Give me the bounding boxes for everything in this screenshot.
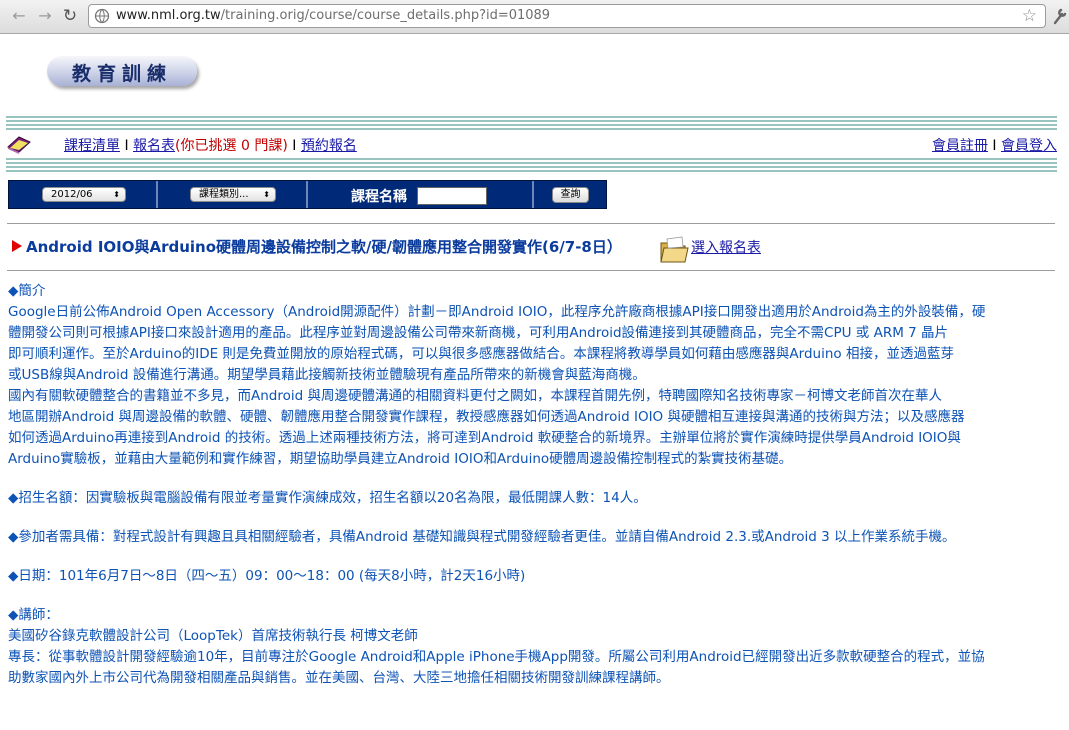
book-icon xyxy=(7,136,31,154)
reserve-link[interactable]: 預約報名 xyxy=(301,138,357,154)
intro-line: 如何透過Arduino再連接到Android 的技術。透過上述兩種技術方法，將可… xyxy=(8,430,961,446)
wrench-icon[interactable] xyxy=(1052,6,1068,26)
top-nav: 課程清單 I 報名表(你已挑選 0 門課) I 預約報名 會員註冊 I 會員登入 xyxy=(6,133,1057,155)
cell-divider xyxy=(532,181,534,208)
course-name-input[interactable] xyxy=(417,187,487,205)
form-link[interactable]: 報名表 xyxy=(133,138,175,154)
selected-count-text: (你已挑選 0 門課) xyxy=(175,138,288,154)
member-register-link[interactable]: 會員註冊 xyxy=(932,138,988,154)
intro-line: Google日前公佈Android Open Accessory（Android… xyxy=(8,304,986,320)
page-icon xyxy=(94,8,110,24)
divider-line xyxy=(7,270,1055,271)
nav-separator: I xyxy=(120,138,134,154)
address-bar[interactable]: www.nml.org.tw/training.orig/course/cour… xyxy=(88,4,1046,28)
intro-heading: ◆簡介 xyxy=(8,283,46,299)
divider-stripes xyxy=(6,116,1057,130)
category-select[interactable]: 課程類別... ⬍ xyxy=(190,187,276,202)
lecturer-heading: ◆講師： xyxy=(8,607,59,623)
course-list-link[interactable]: 課程清單 xyxy=(64,138,120,154)
select-arrow-icon: ⬍ xyxy=(263,190,270,199)
cell-divider xyxy=(306,181,308,208)
enrollment-limit: ◆招生名額：因實驗板與電腦設備有限並考量實作演練成效，招生名額以20名為限，最低… xyxy=(8,490,647,506)
divider-stripes xyxy=(6,158,1057,172)
search-button[interactable]: 查詢 xyxy=(552,187,589,203)
month-select[interactable]: 2012/06 ⬍ xyxy=(42,187,126,202)
lecturer-line: 美國矽谷錄克軟體設計公司（LoopTek）首席技術執行長 柯博文老師 xyxy=(8,628,418,644)
intro-line: 地區開辦Android 與周邊設備的軟體、硬體、韌體應用整合開發實作課程，教授感… xyxy=(8,409,965,425)
training-logo: 教育訓練 xyxy=(47,56,197,86)
url-text: www.nml.org.tw/training.orig/course/cour… xyxy=(116,8,551,23)
browser-toolbar: ← → ↻ www.nml.org.tw/training.orig/cours… xyxy=(0,0,1069,34)
back-arrow-icon[interactable]: ← xyxy=(8,5,30,27)
nav-separator: I xyxy=(287,138,301,154)
intro-line: 體開發公司則可根據API接口來設計適用的產品。此程序並對周邊設備公司帶來新商機，… xyxy=(8,325,949,341)
course-details: ◆簡介 Google日前公佈Android Open Accessory（And… xyxy=(8,281,1058,689)
search-bar: 2012/06 ⬍ 課程類別... ⬍ 課程名稱 查詢 xyxy=(8,180,607,209)
intro-line: 國內有關軟硬體整合的書籍並不多見，而Android 與周邊硬體溝通的相關資料更付… xyxy=(8,388,942,404)
course-date: ◆日期：101年6月7日～8日（四～五）09：00～18：00 (每天8小時，計… xyxy=(8,568,526,584)
enroll-form-link[interactable]: 選入報名表 xyxy=(691,237,761,257)
cell-divider xyxy=(156,181,158,208)
select-arrow-icon: ⬍ xyxy=(113,190,120,199)
red-triangle-icon xyxy=(12,240,22,252)
lecturer-line: 專長：從事軟體設計開發經驗逾10年，目前專注於Google Android和Ap… xyxy=(8,649,985,665)
member-login-link[interactable]: 會員登入 xyxy=(1001,138,1057,154)
page-content: 教育訓練 課程清單 I 報名表(你已挑選 0 門課) I 預約報名 會員註冊 I… xyxy=(0,34,1069,730)
course-title-row: Android IOIO與Arduino硬體周邊設備控制之軟/硬/韌體應用整合開… xyxy=(12,235,1052,265)
forward-arrow-icon[interactable]: → xyxy=(34,5,56,27)
intro-line: 即可順利運作。至於Arduino的IDE 則是免費並開放的原始程式碼，可以與很多… xyxy=(8,346,954,362)
intro-line: Arduino實驗板，並藉由大量範例和實作練習，期望協助學員建立Android … xyxy=(8,451,793,467)
intro-line: 或USB線與Android 設備進行溝通。期望學員藉此接觸新技術並體驗現有產品所… xyxy=(8,367,646,383)
divider-line xyxy=(7,223,1055,224)
folder-icon[interactable] xyxy=(658,235,690,265)
nav-separator: I xyxy=(987,138,1001,154)
bookmark-star-icon[interactable]: ☆ xyxy=(1022,6,1037,26)
course-title: Android IOIO與Arduino硬體周邊設備控制之軟/硬/韌體應用整合開… xyxy=(26,238,622,256)
prerequisites: ◆參加者需具備：對程式設計有興趣且具相關經驗者，具備Android 基礎知識與程… xyxy=(8,529,956,545)
reload-icon[interactable]: ↻ xyxy=(59,5,81,27)
course-name-label: 課程名稱 xyxy=(351,189,407,205)
lecturer-line: 助數家國內外上市公司代為開發相關產品與銷售。並在美國、台灣、大陸三地擔任相關技術… xyxy=(8,670,670,686)
